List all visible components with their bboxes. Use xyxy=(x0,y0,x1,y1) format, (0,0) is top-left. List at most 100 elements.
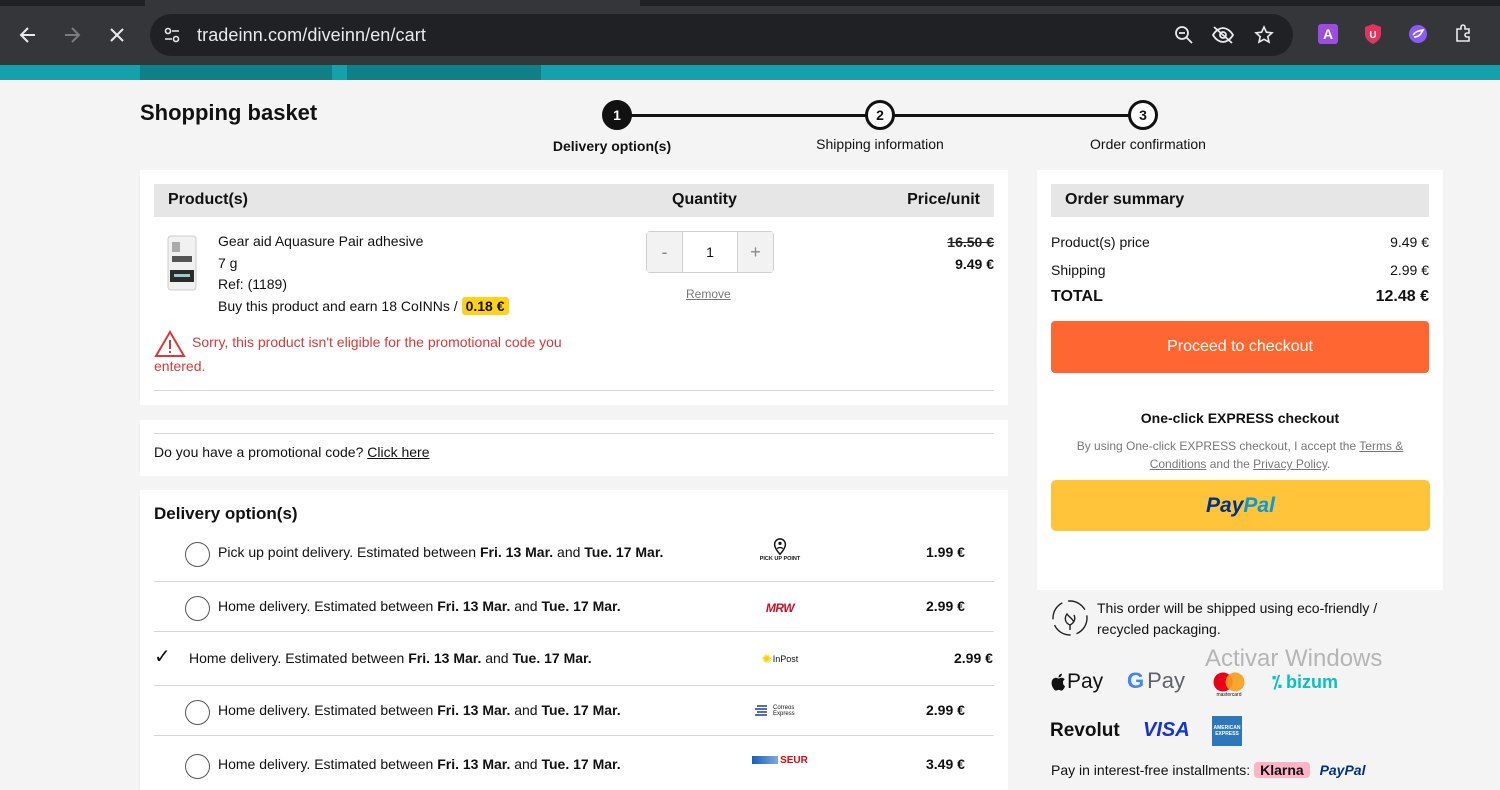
apple-pay-logo: Pay xyxy=(1050,670,1103,694)
coinns-value-badge: 0.18 € xyxy=(461,296,509,315)
windows-activation-watermark: Activar Windows xyxy=(1205,645,1383,672)
google-pay-logo: G Pay xyxy=(1127,668,1186,693)
bookmark-star-icon[interactable] xyxy=(1252,23,1276,47)
mastercard-logo: mastercard xyxy=(1212,672,1246,698)
delivery-price: 2.99 € xyxy=(926,702,965,718)
basket-table-header: Product(s) Quantity Price/unit xyxy=(154,184,994,217)
quantity-increase-button[interactable]: + xyxy=(738,232,773,272)
summary-products-row: Product(s) price 9.49 € xyxy=(1051,234,1429,250)
eco-packaging-text: This order will be shipped using eco-fri… xyxy=(1097,600,1378,637)
promo-click-here-link[interactable]: Click here xyxy=(367,444,429,460)
express-checkout-title: One-click EXPRESS checkout xyxy=(1140,410,1340,426)
site-info-icon[interactable] xyxy=(160,23,184,47)
nav-tab-dark-2[interactable] xyxy=(347,65,541,80)
delivery-price: 2.99 € xyxy=(954,650,993,666)
order-summary-card: Order summary Product(s) price 9.49 € Sh… xyxy=(1037,170,1443,590)
ublock-shield-icon[interactable]: U xyxy=(1362,23,1384,45)
page-title: Shopping basket xyxy=(140,100,318,125)
product-size: 7 g xyxy=(218,254,238,271)
delivery-radio[interactable] xyxy=(185,700,210,725)
paypal-button[interactable]: Pay Pal xyxy=(1051,480,1430,531)
revolut-logo: Revolut xyxy=(1050,720,1120,741)
basket-card: Product(s) Quantity Price/unit Gear aid … xyxy=(140,170,1008,405)
tab-strip-edge-right xyxy=(640,0,1500,6)
seur-logo: SEUR xyxy=(750,748,810,772)
summary-shipping-label: Shipping xyxy=(1051,262,1106,278)
correos-express-logo: Correos Express xyxy=(750,699,810,723)
delivery-option-inpost[interactable]: ✓ Home delivery. Estimated between Fri. … xyxy=(154,632,994,682)
forward-icon[interactable] xyxy=(57,20,87,50)
back-icon[interactable] xyxy=(13,20,43,50)
promo-warning-text: Sorry, this product isn't eligible for t… xyxy=(154,334,562,374)
mrw-logo: MRW xyxy=(765,601,795,615)
quantity-value[interactable]: 1 xyxy=(682,232,738,272)
installments-text: Pay in interest-free installments: xyxy=(1051,762,1251,778)
delivery-option-text: Home delivery. Estimated between Fri. 13… xyxy=(189,650,592,666)
remove-item-link[interactable]: Remove xyxy=(686,287,731,301)
step-1-dot: 1 xyxy=(602,100,632,130)
privacy-policy-link[interactable]: Privacy Policy xyxy=(1253,457,1327,471)
delivery-radio[interactable] xyxy=(185,542,210,567)
paypal-installments-logo: PayPal xyxy=(1319,762,1366,778)
summary-products-label: Product(s) price xyxy=(1051,234,1150,250)
amex-logo: AMERICAN EXPRESS xyxy=(1212,716,1242,746)
bizum-logo: ⁒ bizum xyxy=(1272,672,1339,692)
url-text[interactable]: tradeinn.com/diveinn/en/cart xyxy=(197,25,426,46)
extensions-puzzle-icon[interactable] xyxy=(1453,23,1475,45)
quantity-stepper: - 1 + xyxy=(646,231,774,273)
basket-divider xyxy=(154,390,994,391)
header-quantity: Quantity xyxy=(672,191,737,208)
summary-total-row: TOTAL 12.48 € xyxy=(1051,288,1429,306)
promo-question-text: Do you have a promotional code? xyxy=(154,444,368,460)
delivery-option-text: Home delivery. Estimated between Fri. 13… xyxy=(218,702,621,718)
summary-total-value: 12.48 € xyxy=(1375,288,1429,305)
checkout-stepper: 1 2 3 Delivery option(s) Shipping inform… xyxy=(540,100,1240,160)
pickup-point-icon xyxy=(773,538,787,556)
summary-shipping-row: Shipping 2.99 € xyxy=(1051,262,1429,278)
promo-card: Do you have a promotional code? Click he… xyxy=(140,420,1008,476)
summary-products-value: 9.49 € xyxy=(1390,234,1429,250)
stop-loading-icon[interactable] xyxy=(102,20,132,50)
header-price: Price/unit xyxy=(907,191,980,208)
delivery-option-text: Home delivery. Estimated between Fri. 13… xyxy=(218,756,621,772)
tracking-protection-icon[interactable] xyxy=(1211,23,1235,47)
step-3-label: Order confirmation xyxy=(1090,136,1206,152)
pickup-point-logo: PICK UP POINT xyxy=(750,538,810,562)
promo-question: Do you have a promotional code? Click he… xyxy=(154,444,430,460)
proceed-to-checkout-button[interactable]: Proceed to checkout xyxy=(1051,321,1429,373)
eco-recycle-icon xyxy=(1052,600,1088,636)
svg-text:U: U xyxy=(1369,30,1376,41)
coinns-earn: Buy this product and earn 18 CoINNs / 0.… xyxy=(218,296,509,318)
delivery-price: 3.49 € xyxy=(926,756,965,772)
product-details: Gear aid Aquasure Pair adhesive 7 g Ref:… xyxy=(218,231,509,317)
step-1-label: Delivery option(s) xyxy=(552,138,672,154)
warning-icon xyxy=(154,330,186,357)
summary-total-label: TOTAL xyxy=(1051,288,1103,305)
delivery-option-correos[interactable]: Home delivery. Estimated between Fri. 13… xyxy=(154,686,994,736)
tab-strip-edge xyxy=(0,0,145,6)
delivery-option-pickup[interactable]: Pick up point delivery. Estimated betwee… xyxy=(154,528,994,578)
address-bar[interactable]: tradeinn.com/diveinn/en/cart xyxy=(150,14,1293,56)
mastercard-icon xyxy=(1213,672,1245,692)
quantity-decrease-button[interactable]: - xyxy=(647,232,682,272)
order-summary-title: Order summary xyxy=(1051,184,1429,217)
delivery-option-text: Home delivery. Estimated between Fri. 13… xyxy=(218,598,621,614)
delivery-option-seur[interactable]: Home delivery. Estimated between Fri. 13… xyxy=(154,740,994,790)
product-thumbnail[interactable] xyxy=(164,234,200,294)
nav-tab-dark-1[interactable] xyxy=(140,65,332,80)
correos-icon xyxy=(755,705,767,716)
delivery-card: Delivery option(s) Pick up point deliver… xyxy=(140,490,1008,790)
step-3-dot: 3 xyxy=(1128,100,1158,130)
delivery-option-text: Pick up point delivery. Estimated betwee… xyxy=(218,544,664,560)
product-name[interactable]: Gear aid Aquasure Pair adhesive xyxy=(218,231,509,253)
extension-purple-icon[interactable] xyxy=(1407,23,1429,45)
delivery-radio[interactable] xyxy=(185,596,210,621)
delivery-radio[interactable] xyxy=(185,754,210,779)
product-ref: Ref: (1189) xyxy=(218,276,287,292)
extension-a-icon[interactable]: A xyxy=(1317,23,1339,45)
zoom-icon[interactable] xyxy=(1172,23,1196,47)
installments-row: Pay in interest-free installments: Klarn… xyxy=(1051,762,1366,778)
express-checkout-terms: By using One-click EXPRESS checkout, I a… xyxy=(1076,439,1404,471)
delivery-divider xyxy=(154,735,994,736)
delivery-option-mrw[interactable]: Home delivery. Estimated between Fri. 13… xyxy=(154,582,994,632)
